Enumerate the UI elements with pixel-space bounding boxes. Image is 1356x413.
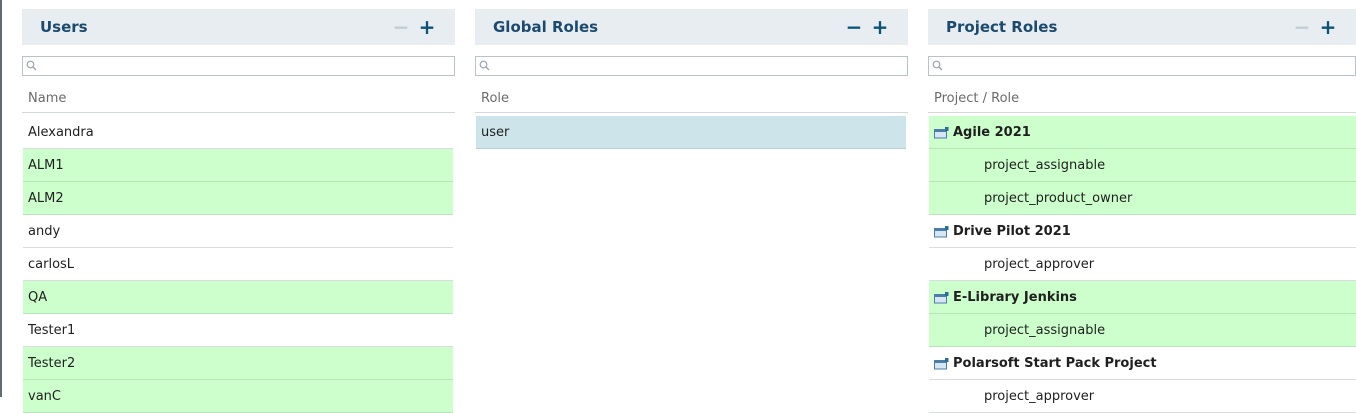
- search-icon: [479, 60, 490, 71]
- search-icon: [26, 60, 37, 71]
- window-left-border: [0, 0, 2, 397]
- role-tree-node[interactable]: project_assignable: [929, 149, 1356, 182]
- users-column-name: Name: [28, 91, 67, 106]
- list-item[interactable]: andy: [23, 215, 453, 248]
- list-item[interactable]: carlosL: [23, 248, 453, 281]
- list-item[interactable]: Tester2: [23, 347, 453, 380]
- users-column-header[interactable]: Name: [22, 83, 455, 113]
- global-roles-list: user: [476, 116, 906, 149]
- remove-user-button[interactable]: −: [391, 16, 411, 38]
- project-tree-node[interactable]: Agile 2021: [929, 116, 1356, 149]
- role-name: project_approver: [984, 257, 1095, 272]
- list-item[interactable]: Alexandra: [23, 116, 453, 149]
- project-name: E-Library Jenkins: [953, 290, 1077, 305]
- project-tree-node[interactable]: E-Library Jenkins: [929, 281, 1356, 314]
- list-item-label: ALM2: [28, 191, 64, 206]
- project-tree-node[interactable]: Polarsoft Start Pack Project: [929, 347, 1356, 380]
- list-item-label: ALM1: [28, 158, 64, 173]
- role-tree-node[interactable]: project_product_owner: [929, 182, 1356, 215]
- global-roles-search-field: [475, 56, 908, 76]
- users-panel-title: Users: [40, 18, 88, 36]
- project-folder-icon: [934, 358, 949, 370]
- role-tree-node[interactable]: project_approver: [929, 248, 1356, 281]
- search-icon: [932, 60, 943, 71]
- global-roles-column-role: Role: [481, 91, 510, 106]
- list-item-label: carlosL: [28, 257, 75, 272]
- list-item-label: user: [481, 125, 510, 140]
- list-item-label: Alexandra: [28, 125, 94, 140]
- list-item[interactable]: Tester1: [23, 314, 453, 347]
- users-list: Alexandra ALM1 ALM2 andy carlosL QA Tester1 Tes…: [23, 116, 453, 413]
- list-item[interactable]: QA: [23, 281, 453, 314]
- project-roles-column-project-role: Project / Role: [934, 91, 1020, 106]
- add-project-role-button[interactable]: +: [1318, 16, 1338, 38]
- role-name: project_product_owner: [984, 191, 1133, 206]
- project-roles-panel-title: Project Roles: [946, 18, 1058, 36]
- users-panel-header: Users − +: [22, 9, 455, 45]
- project-name: Drive Pilot 2021: [953, 224, 1071, 239]
- remove-global-role-button[interactable]: −: [844, 16, 864, 38]
- project-folder-icon: [934, 226, 949, 238]
- project-roles-search-input[interactable]: [945, 57, 1355, 75]
- global-roles-panel-header: Global Roles − +: [475, 9, 908, 45]
- role-tree-node[interactable]: project_assignable: [929, 314, 1356, 347]
- users-search-input[interactable]: [39, 57, 454, 75]
- project-roles-column-header[interactable]: Project / Role: [928, 83, 1356, 113]
- global-roles-search-input[interactable]: [492, 57, 907, 75]
- list-item-label: Tester2: [28, 356, 76, 371]
- add-user-button[interactable]: +: [417, 16, 437, 38]
- list-item[interactable]: user: [476, 116, 906, 149]
- remove-project-role-button[interactable]: −: [1292, 16, 1312, 38]
- project-folder-icon: [934, 127, 949, 139]
- role-name: project_assignable: [984, 158, 1106, 173]
- project-roles-panel: Project Roles − + Project / Role Agile 2…: [928, 9, 1356, 413]
- project-folder-icon: [934, 292, 949, 304]
- project-name: Polarsoft Start Pack Project: [953, 356, 1157, 371]
- global-roles-panel-title: Global Roles: [493, 18, 599, 36]
- list-item-label: QA: [28, 290, 48, 305]
- project-roles-search-field: [928, 56, 1356, 76]
- project-roles-panel-header: Project Roles − +: [928, 9, 1356, 45]
- list-item-label: Tester1: [28, 323, 76, 338]
- users-panel: Users − + Name Alexandra ALM1 ALM2 andy carl…: [22, 9, 455, 413]
- project-roles-tree: Agile 2021 project_assignable project_prod…: [929, 116, 1356, 413]
- add-global-role-button[interactable]: +: [870, 16, 890, 38]
- global-roles-column-header[interactable]: Role: [475, 83, 908, 113]
- project-name: Agile 2021: [953, 125, 1031, 140]
- list-item[interactable]: ALM1: [23, 149, 453, 182]
- project-tree-node[interactable]: Drive Pilot 2021: [929, 215, 1356, 248]
- role-name: project_assignable: [984, 323, 1106, 338]
- list-item-label: andy: [28, 224, 61, 239]
- global-roles-panel: Global Roles − + Role user: [475, 9, 908, 149]
- users-search-field: [22, 56, 455, 76]
- list-item[interactable]: ALM2: [23, 182, 453, 215]
